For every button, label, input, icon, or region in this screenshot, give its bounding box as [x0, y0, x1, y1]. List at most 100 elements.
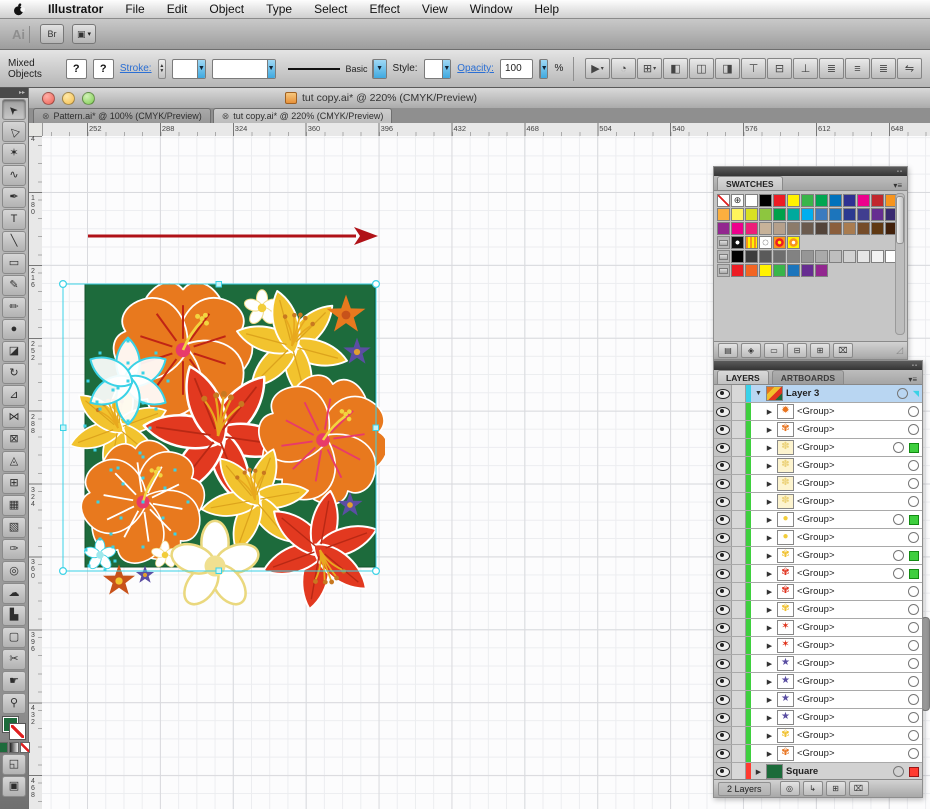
- opacity-input[interactable]: 100: [500, 59, 533, 79]
- lock-cell[interactable]: [732, 511, 746, 528]
- swatch[interactable]: [731, 264, 744, 277]
- pen-tool[interactable]: ✒: [2, 187, 26, 208]
- swatch[interactable]: [745, 194, 758, 207]
- expand-triangle-icon[interactable]: ▶: [765, 750, 774, 758]
- swatch[interactable]: [787, 264, 800, 277]
- visibility-cell[interactable]: [714, 709, 732, 726]
- color-button[interactable]: [0, 742, 8, 753]
- expand-triangle-icon[interactable]: ▶: [765, 498, 774, 506]
- tab-artboards[interactable]: ARTBOARDS: [772, 370, 844, 384]
- target-circle[interactable]: [908, 712, 919, 723]
- visibility-cell[interactable]: [714, 619, 732, 636]
- lock-cell[interactable]: [732, 403, 746, 420]
- layer-row-main[interactable]: ▶Square: [751, 763, 922, 779]
- swatch[interactable]: [801, 208, 814, 221]
- opacity-link[interactable]: Opacity:: [457, 63, 494, 74]
- expand-triangle-icon[interactable]: ▶: [765, 570, 774, 578]
- group-row[interactable]: ▶✽<Group>: [714, 493, 922, 511]
- opacity-dropdown[interactable]: ▼: [539, 59, 549, 79]
- layer-row-square[interactable]: ▶Square: [714, 763, 922, 779]
- swatch[interactable]: [759, 194, 772, 207]
- lock-cell[interactable]: [732, 655, 746, 672]
- target-circle[interactable]: [908, 676, 919, 687]
- line-segment-tool[interactable]: ╲: [2, 231, 26, 252]
- panel-drag-bar[interactable]: ▪▪: [714, 361, 922, 370]
- expand-triangle-icon[interactable]: ▶: [765, 696, 774, 704]
- menu-view[interactable]: View: [411, 2, 459, 16]
- collapse-triangle-icon[interactable]: ▼: [754, 390, 763, 397]
- layer-row-main[interactable]: ▶✶<Group>: [751, 637, 922, 654]
- target-circle[interactable]: [908, 424, 919, 435]
- close-window-button[interactable]: [42, 92, 55, 105]
- panel-menu-icon[interactable]: ▾≡: [903, 375, 922, 384]
- gradient-tool[interactable]: ▧: [2, 517, 26, 538]
- layer-row-main[interactable]: ▶✾<Group>: [751, 565, 922, 582]
- close-tab-icon[interactable]: ⊗: [42, 111, 50, 122]
- width-tool[interactable]: ⋈: [2, 407, 26, 428]
- shuffle-button[interactable]: ⇋: [897, 58, 922, 79]
- new-swatch-button[interactable]: ⊞: [810, 343, 830, 358]
- lock-cell[interactable]: [732, 547, 746, 564]
- vertical-ruler[interactable]: 144180216252288324360396432468: [28, 136, 43, 809]
- panel-resize-grip[interactable]: ◿: [896, 345, 903, 356]
- layer-row-main[interactable]: ▶★<Group>: [751, 691, 922, 708]
- swatch[interactable]: [759, 236, 772, 249]
- layer-row-main[interactable]: ▶✽<Group>: [751, 475, 922, 492]
- swatch[interactable]: [829, 222, 842, 235]
- group-row[interactable]: ▶✾<Group>: [714, 421, 922, 439]
- panel-menu-icon[interactable]: ▾≡: [888, 181, 907, 190]
- swatch[interactable]: [773, 194, 786, 207]
- swatch[interactable]: [717, 194, 730, 207]
- visibility-cell[interactable]: [714, 637, 732, 654]
- layer-row-main[interactable]: ▶✽<Group>: [751, 439, 922, 456]
- expand-triangle-icon[interactable]: ▶: [765, 714, 774, 722]
- align-bottom-button[interactable]: ⊥: [793, 58, 818, 79]
- eraser-tool[interactable]: ◪: [2, 341, 26, 362]
- shape-builder-tool[interactable]: ◬: [2, 451, 26, 472]
- delete-swatch-button[interactable]: ⌧: [833, 343, 853, 358]
- swatch[interactable]: [745, 264, 758, 277]
- delete-layer-button[interactable]: ⌧: [849, 781, 869, 796]
- bridge-button[interactable]: Br: [40, 24, 64, 44]
- swatch[interactable]: [759, 264, 772, 277]
- column-graph-tool[interactable]: ▙: [2, 605, 26, 626]
- expand-triangle-icon[interactable]: ▶: [765, 552, 774, 560]
- lock-cell[interactable]: [732, 709, 746, 726]
- menu-file[interactable]: File: [114, 2, 155, 16]
- scale-tool[interactable]: ⊿: [2, 385, 26, 406]
- expand-triangle-icon[interactable]: ▶: [765, 588, 774, 596]
- lock-cell[interactable]: [732, 745, 746, 762]
- close-tab-icon[interactable]: ⊗: [222, 111, 230, 122]
- new-sublayer-button[interactable]: ↳: [803, 781, 823, 796]
- swatch[interactable]: [731, 222, 744, 235]
- direct-selection-tool[interactable]: ▷: [2, 121, 26, 142]
- stroke-link[interactable]: Stroke:: [120, 63, 152, 74]
- symbol-sprayer-tool[interactable]: ☁: [2, 583, 26, 604]
- select-similar-button[interactable]: ▶▾: [585, 58, 610, 79]
- lock-cell[interactable]: [732, 673, 746, 690]
- lock-cell[interactable]: [732, 385, 746, 402]
- lock-cell[interactable]: [732, 565, 746, 582]
- zoom-window-button[interactable]: [82, 92, 95, 105]
- lock-cell[interactable]: [732, 583, 746, 600]
- group-row[interactable]: ▶●<Group>: [714, 529, 922, 547]
- eye-icon[interactable]: [716, 605, 730, 615]
- group-row[interactable]: ▶✾<Group>: [714, 745, 922, 763]
- visibility-cell[interactable]: [714, 655, 732, 672]
- lock-cell[interactable]: [732, 475, 746, 492]
- layer-row-main[interactable]: ▶★<Group>: [751, 655, 922, 672]
- eye-icon[interactable]: [716, 443, 730, 453]
- apple-logo-icon[interactable]: [12, 3, 25, 16]
- artboard-tool[interactable]: ▢: [2, 627, 26, 648]
- swatch[interactable]: [871, 194, 884, 207]
- layer-row-main[interactable]: ▶✽<Group>: [751, 493, 922, 510]
- visibility-cell[interactable]: [714, 439, 732, 456]
- swatch[interactable]: [717, 208, 730, 221]
- make-clipping-mask-button[interactable]: ◎: [780, 781, 800, 796]
- swatch-kinds-menu-button[interactable]: ◈: [741, 343, 761, 358]
- rectangle-tool[interactable]: ▭: [2, 253, 26, 274]
- eye-icon[interactable]: [716, 587, 730, 597]
- swatch[interactable]: [843, 222, 856, 235]
- eye-icon[interactable]: [716, 389, 730, 399]
- swatch[interactable]: [731, 250, 744, 263]
